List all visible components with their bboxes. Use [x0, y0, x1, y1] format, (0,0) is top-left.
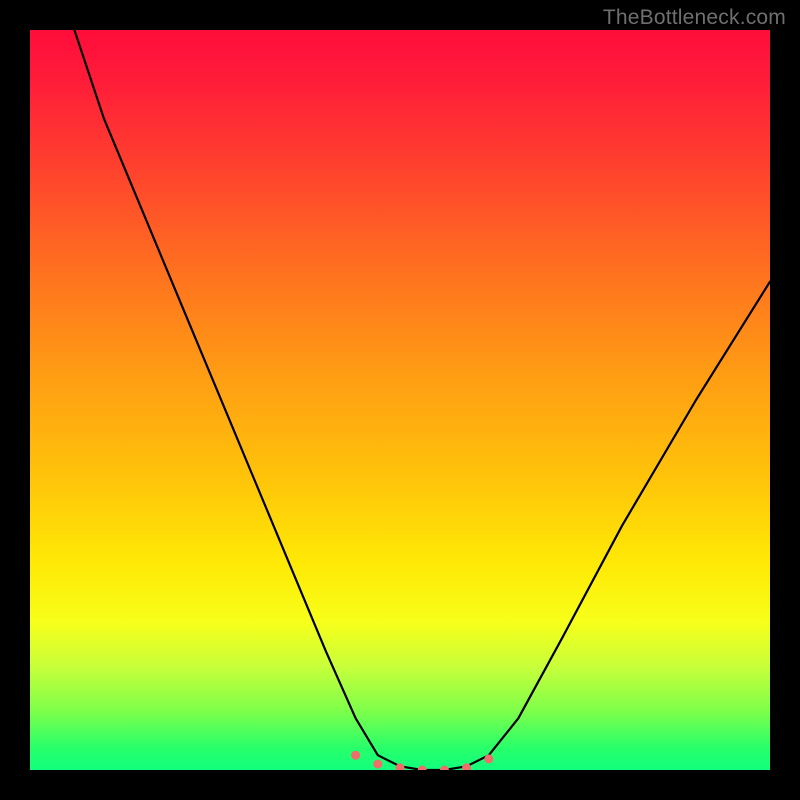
chart-frame: TheBottleneck.com: [0, 0, 800, 800]
sweet-spot-dot: [440, 766, 449, 771]
watermark-text: TheBottleneck.com: [603, 6, 786, 30]
sweet-spot-dot: [484, 754, 493, 763]
sweet-spot-dot: [373, 760, 382, 769]
sweet-spot-dot: [351, 751, 360, 760]
sweet-spot-markers: [351, 751, 493, 770]
plot-area: [30, 30, 770, 770]
bottleneck-curve: [74, 30, 770, 770]
chart-svg: [30, 30, 770, 770]
bottleneck-curve-group: [74, 30, 770, 770]
sweet-spot-dot: [418, 766, 427, 771]
